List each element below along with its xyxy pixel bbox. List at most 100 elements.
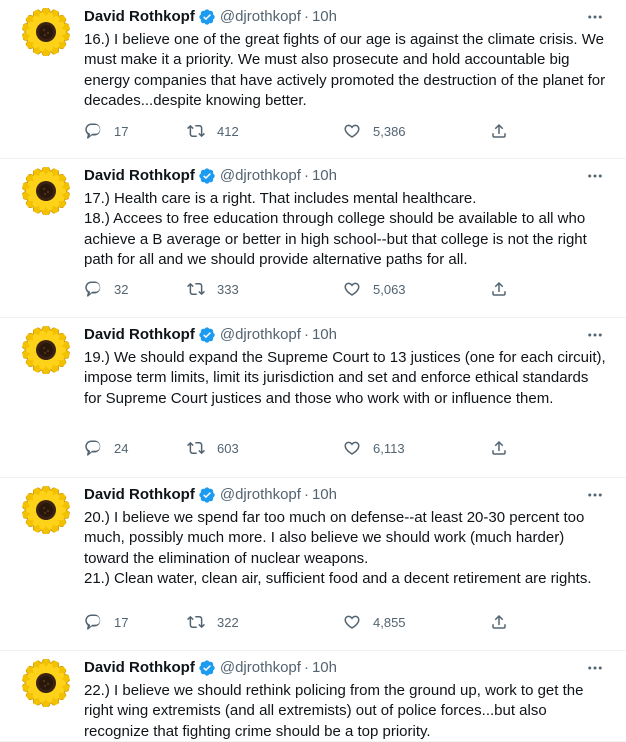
author-handle[interactable]: @djrothkopf <box>220 486 301 504</box>
header-separator: · <box>303 167 309 184</box>
tweet-text: 20.) I believe we spend far too much on … <box>84 508 606 590</box>
like-button[interactable]: 4,855 <box>343 612 406 632</box>
author-name[interactable]: David Rothkopf <box>84 167 195 185</box>
header-separator: · <box>303 486 309 503</box>
tweet-header: David Rothkopf @djrothkopf · 10h <box>84 486 606 504</box>
tweet-timestamp[interactable]: 10h <box>312 659 337 677</box>
reply-count: 24 <box>114 440 129 456</box>
header-separator: · <box>303 326 309 343</box>
author-handle[interactable]: @djrothkopf <box>220 167 301 185</box>
retweet-icon <box>187 280 205 298</box>
retweet-button[interactable]: 322 <box>187 612 239 632</box>
tweet-card[interactable]: David Rothkopf @djrothkopf · 10h 22.) I beli… <box>0 651 626 742</box>
retweet-icon <box>187 122 205 140</box>
like-icon <box>343 613 361 631</box>
more-options-icon[interactable] <box>584 6 606 28</box>
tweet-card[interactable]: David Rothkopf @djrothkopf · 10h 16.) I beli… <box>0 0 626 159</box>
reply-icon <box>84 439 102 457</box>
verified-badge-icon <box>198 659 216 677</box>
more-options-icon[interactable] <box>584 324 606 346</box>
tweet-paragraph: 18.) Accees to free education through co… <box>84 210 587 269</box>
header-separator: · <box>303 8 309 25</box>
retweet-button[interactable]: 412 <box>187 121 239 141</box>
tweet-paragraph: 20.) I believe we spend far too much on … <box>84 509 585 567</box>
retweet-button[interactable]: 603 <box>187 438 239 458</box>
like-icon <box>343 122 361 140</box>
tweet-card[interactable]: David Rothkopf @djrothkopf · 10h 20.) I beli… <box>0 478 626 651</box>
share-button[interactable] <box>490 121 508 141</box>
sunflower-avatar[interactable] <box>22 8 70 56</box>
author-name[interactable]: David Rothkopf <box>84 326 195 344</box>
share-icon <box>490 280 508 298</box>
tweet-text: 16.) I believe one of the great fights o… <box>84 30 606 112</box>
like-count: 5,386 <box>373 123 406 139</box>
like-button[interactable]: 5,063 <box>343 279 406 299</box>
author-handle[interactable]: @djrothkopf <box>220 659 301 677</box>
author-name[interactable]: David Rothkopf <box>84 8 195 26</box>
verified-badge-icon <box>198 167 216 185</box>
tweet-body: David Rothkopf @djrothkopf · 10h 19.) We sho… <box>84 326 606 409</box>
tweet-timestamp[interactable]: 10h <box>312 326 337 344</box>
sunflower-avatar[interactable] <box>22 326 70 374</box>
more-options-icon[interactable] <box>584 484 606 506</box>
reply-button[interactable]: 32 <box>84 279 128 299</box>
author-handle[interactable]: @djrothkopf <box>220 8 301 26</box>
sunflower-avatar[interactable] <box>22 486 70 534</box>
retweet-icon <box>187 439 205 457</box>
retweet-count: 603 <box>217 440 239 456</box>
author-handle[interactable]: @djrothkopf <box>220 326 301 344</box>
tweet-paragraph: 21.) Clean water, clean air, sufficient … <box>84 570 592 588</box>
tweet-card[interactable]: David Rothkopf @djrothkopf · 10h 19.) We sho… <box>0 318 626 478</box>
like-count: 4,855 <box>373 614 406 630</box>
reply-icon <box>84 613 102 631</box>
tweet-header: David Rothkopf @djrothkopf · 10h <box>84 167 606 185</box>
tweet-paragraph: 22.) I believe we should rethink policin… <box>84 682 584 740</box>
retweet-count: 412 <box>217 123 239 139</box>
author-name[interactable]: David Rothkopf <box>84 486 195 504</box>
like-count: 5,063 <box>373 281 406 297</box>
tweet-timeline: David Rothkopf @djrothkopf · 10h 16.) I beli… <box>0 0 626 742</box>
tweet-actions: 24 603 6,113 <box>84 438 524 458</box>
like-button[interactable]: 6,113 <box>343 438 405 458</box>
share-button[interactable] <box>490 438 508 458</box>
reply-count: 17 <box>114 614 129 630</box>
tweet-paragraph: 17.) Health care is a right. That includ… <box>84 190 477 207</box>
tweet-header: David Rothkopf @djrothkopf · 10h <box>84 659 606 677</box>
tweet-body: David Rothkopf @djrothkopf · 10h 17.) Health… <box>84 167 606 271</box>
tweet-actions: 17 322 4,855 <box>84 612 524 632</box>
verified-badge-icon <box>198 8 216 26</box>
retweet-button[interactable]: 333 <box>187 279 239 299</box>
tweet-header: David Rothkopf @djrothkopf · 10h <box>84 8 606 26</box>
tweet-text: 17.) Health care is a right. That includ… <box>84 189 606 271</box>
retweet-count: 322 <box>217 614 239 630</box>
tweet-timestamp[interactable]: 10h <box>312 167 337 185</box>
share-button[interactable] <box>490 279 508 299</box>
author-name[interactable]: David Rothkopf <box>84 659 195 677</box>
more-options-icon[interactable] <box>584 165 606 187</box>
reply-button[interactable]: 17 <box>84 121 128 141</box>
reply-button[interactable]: 17 <box>84 612 128 632</box>
tweet-header: David Rothkopf @djrothkopf · 10h <box>84 326 606 344</box>
tweet-timestamp[interactable]: 10h <box>312 486 337 504</box>
tweet-actions: 32 333 5,063 <box>84 279 524 299</box>
reply-count: 17 <box>114 123 129 139</box>
verified-badge-icon <box>198 326 216 344</box>
reply-count: 32 <box>114 281 129 297</box>
sunflower-avatar[interactable] <box>22 167 70 215</box>
tweet-timestamp[interactable]: 10h <box>312 8 337 26</box>
tweet-card[interactable]: David Rothkopf @djrothkopf · 10h 17.) Health… <box>0 159 626 318</box>
share-button[interactable] <box>490 612 508 632</box>
tweet-body: David Rothkopf @djrothkopf · 10h 20.) I beli… <box>84 486 606 590</box>
like-button[interactable]: 5,386 <box>343 121 406 141</box>
tweet-paragraph: 19.) We should expand the Supreme Court … <box>84 349 606 407</box>
tweet-text: 19.) We should expand the Supreme Court … <box>84 348 606 409</box>
more-options-icon[interactable] <box>584 657 606 679</box>
share-icon <box>490 439 508 457</box>
tweet-paragraph: 16.) I believe one of the great fights o… <box>84 31 606 110</box>
reply-button[interactable]: 24 <box>84 438 128 458</box>
reply-icon <box>84 122 102 140</box>
retweet-count: 333 <box>217 281 239 297</box>
like-icon <box>343 439 361 457</box>
sunflower-avatar[interactable] <box>22 659 70 707</box>
tweet-body: David Rothkopf @djrothkopf · 10h 16.) I beli… <box>84 8 606 112</box>
